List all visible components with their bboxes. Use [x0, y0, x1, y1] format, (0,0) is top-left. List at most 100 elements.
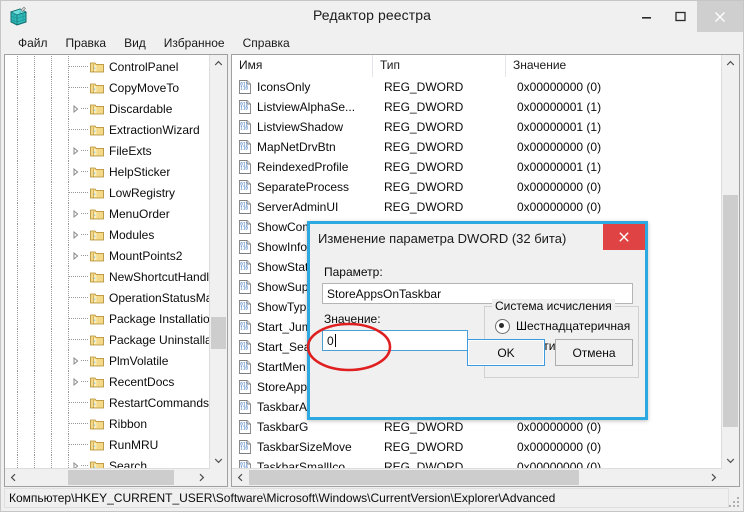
table-row[interactable]: 011 110 ListviewAlphaSe... REG_DWORD 0x00000… — [232, 97, 722, 117]
tree-expander-button[interactable] — [71, 224, 81, 245]
chevron-right-icon — [73, 251, 79, 260]
tree-expander-button[interactable] — [71, 455, 81, 469]
param-name-value: StoreAppsOnTaskbar — [327, 286, 442, 301]
cancel-button[interactable]: Отмена — [555, 339, 633, 366]
tree-item[interactable]: NewShortcutHandl — [5, 266, 210, 287]
svg-text:110: 110 — [240, 266, 248, 271]
table-row[interactable]: 011 110 SeparateProcess REG_DWORD 0x00000000… — [232, 177, 722, 197]
menu-item-help[interactable]: Справка — [234, 34, 299, 52]
tree-item[interactable]: Package Installatio — [5, 308, 210, 329]
tree-horizontal-scrollbar[interactable] — [5, 468, 210, 486]
tree-expander-button[interactable] — [71, 98, 81, 119]
list-scroll-up-button[interactable] — [722, 55, 739, 72]
tree-expander-button[interactable] — [71, 371, 81, 392]
tree-item[interactable]: Ribbon — [5, 413, 210, 434]
ok-button[interactable]: OK — [467, 339, 545, 366]
resize-grip-icon[interactable] — [729, 497, 741, 509]
svg-text:110: 110 — [240, 106, 248, 111]
table-row[interactable]: 011 110 TaskbarG REG_DWORD 0x00000000 (0) — [232, 417, 722, 437]
dialog-buttons: OK Отмена — [467, 339, 633, 366]
chevron-up-icon — [726, 60, 735, 66]
registry-key-folder-icon — [89, 311, 105, 327]
dialog-close-button[interactable] — [603, 224, 645, 250]
tree-guide-line — [68, 161, 69, 182]
tree-item[interactable]: ExtractionWizard — [5, 119, 210, 140]
list-vertical-scrollbar[interactable] — [721, 55, 739, 469]
radio-hexadecimal[interactable]: Шестнадцатеричная — [495, 316, 630, 336]
registry-key-folder-icon — [89, 374, 105, 390]
table-row[interactable]: 011 110 ReindexedProfile REG_DWORD 0x0000000… — [232, 157, 722, 177]
menu-item-view[interactable]: Вид — [115, 34, 155, 52]
tree-expander-button[interactable] — [71, 203, 81, 224]
list-scroll-right-button[interactable] — [705, 469, 722, 486]
tree-hscrollbar-thumb[interactable] — [68, 470, 174, 485]
tree-scroll-down-button[interactable] — [210, 452, 227, 469]
tree-guide-line — [34, 413, 35, 434]
menu-item-favorites[interactable]: Избранное — [155, 34, 234, 52]
table-row[interactable]: 011 110 MapNetDrvBtn REG_DWORD 0x00000000 (0… — [232, 137, 722, 157]
table-row[interactable]: 011 110 IconsOnly REG_DWORD 0x00000000 (0) — [232, 77, 722, 97]
tree-item[interactable]: CopyMoveTo — [5, 77, 210, 98]
column-header-name[interactable]: Имя — [232, 55, 373, 77]
list-scroll-down-button[interactable] — [722, 452, 739, 469]
tree-guide-line — [34, 287, 35, 308]
table-row[interactable]: 011 110 ServerAdminUI REG_DWORD 0x00000000 (… — [232, 197, 722, 217]
registry-key-folder-icon — [89, 332, 105, 348]
tree-item[interactable]: LowRegistry — [5, 182, 210, 203]
tree-item[interactable]: Modules — [5, 224, 210, 245]
tree-guide-line — [51, 245, 52, 266]
tree-scrollbar-thumb[interactable] — [211, 317, 226, 349]
menu-item-edit[interactable]: Правка — [57, 34, 116, 52]
tree-item[interactable]: MountPoints2 — [5, 245, 210, 266]
menu-item-file[interactable]: Файл — [9, 34, 57, 52]
tree-scroll-left-button[interactable] — [5, 469, 22, 486]
tree-item[interactable]: Package Uninstallat — [5, 329, 210, 350]
tree-item[interactable]: HelpSticker — [5, 161, 210, 182]
tree-guide-line — [34, 98, 35, 119]
tree-scroll-right-button[interactable] — [193, 469, 210, 486]
tree-item[interactable]: Discardable — [5, 98, 210, 119]
table-row[interactable]: 011 110 ListviewShadow REG_DWORD 0x00000001 … — [232, 117, 722, 137]
list-scrollbar-thumb[interactable] — [723, 195, 738, 427]
tree-viewport[interactable]: ControlPanel CopyMoveTo Discardable Extract… — [5, 55, 210, 469]
tree-item[interactable]: PlmVolatile — [5, 350, 210, 371]
tree-expander-button[interactable] — [71, 140, 81, 161]
value-data-cell: 0x00000000 (0) — [517, 80, 602, 94]
minimize-button[interactable] — [629, 1, 663, 32]
list-horizontal-scrollbar[interactable] — [232, 468, 722, 486]
tree-scroll-up-button[interactable] — [210, 55, 227, 72]
close-button[interactable] — [697, 1, 743, 32]
tree-item[interactable]: RunMRU — [5, 434, 210, 455]
tree-item[interactable]: ControlPanel — [5, 56, 210, 77]
value-type-cell: REG_DWORD — [384, 120, 464, 134]
tree-item[interactable]: RestartCommands — [5, 392, 210, 413]
svg-text:110: 110 — [240, 326, 248, 331]
list-header: Имя Тип Значение — [232, 55, 722, 78]
tree-guide-line — [34, 455, 35, 469]
list-hscrollbar-thumb[interactable] — [249, 470, 579, 485]
registry-key-folder-icon — [89, 101, 105, 117]
maximize-button[interactable] — [663, 1, 697, 32]
table-row[interactable]: 011 110 TaskbarSizeMove REG_DWORD 0x00000000… — [232, 437, 722, 457]
tree-item[interactable]: FileExts — [5, 140, 210, 161]
tree-item[interactable]: MenuOrder — [5, 203, 210, 224]
column-header-value[interactable]: Значение — [506, 55, 722, 77]
tree-indent-guides — [9, 224, 89, 245]
base-legend: Система исчисления — [492, 299, 615, 313]
tree-expander-button[interactable] — [71, 161, 81, 182]
tree-guide-line — [68, 350, 69, 371]
list-scroll-left-button[interactable] — [232, 469, 249, 486]
tree-vertical-scrollbar[interactable] — [209, 55, 227, 469]
tree-item[interactable]: RecentDocs — [5, 371, 210, 392]
value-name-cell: TaskbarSizeMove — [257, 440, 352, 454]
column-header-type[interactable]: Тип — [373, 55, 506, 77]
tree-guide-line — [17, 56, 18, 77]
tree-guide-line — [17, 119, 18, 140]
dword-value-icon: 011110 — [237, 99, 253, 115]
tree-item[interactable]: OperationStatusMa — [5, 287, 210, 308]
tree-expander-button[interactable] — [71, 350, 81, 371]
tree-expander-button[interactable] — [71, 245, 81, 266]
value-data-input[interactable]: 0 — [322, 330, 468, 351]
tree-item[interactable]: Search — [5, 455, 210, 469]
tree-guide-line — [81, 108, 89, 109]
